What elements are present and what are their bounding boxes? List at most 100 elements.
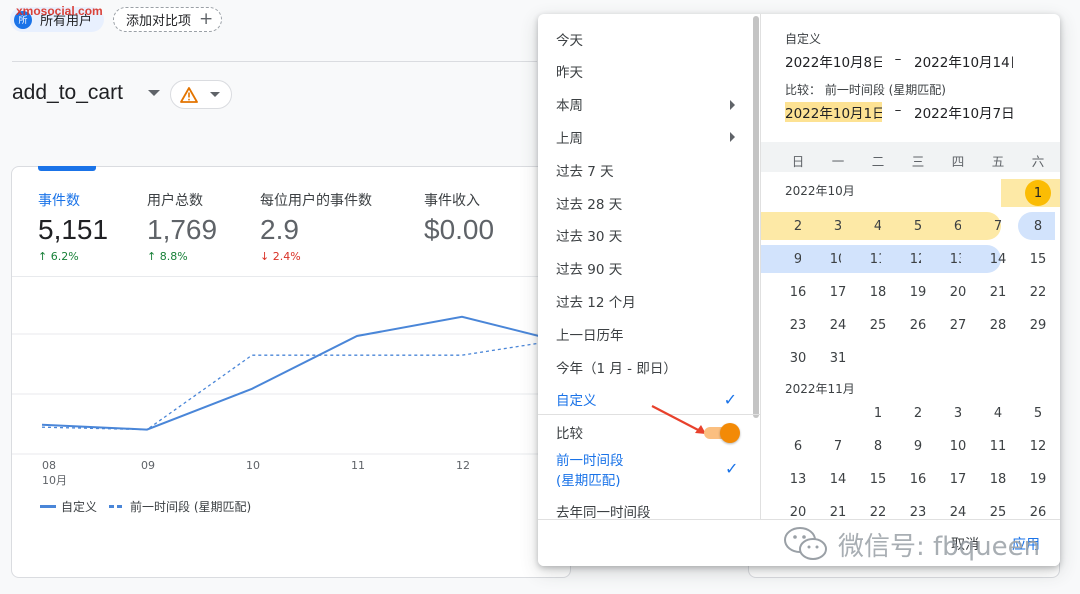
preset-item-label: 过去 7 天 xyxy=(556,163,614,180)
end-date-field[interactable]: 2022年10月14日 xyxy=(914,51,1013,71)
calendar-day[interactable]: 10 xyxy=(943,433,973,459)
preset-item[interactable]: 过去 90 天 xyxy=(538,252,753,285)
add-comparison-button[interactable]: 添加对比项 + xyxy=(113,7,223,32)
preset-item[interactable]: 上一日历年 xyxy=(538,317,753,350)
calendar-day[interactable]: 23 xyxy=(903,499,933,520)
calendar-day[interactable]: 6 xyxy=(783,433,813,459)
calendar-day[interactable]: 26 xyxy=(1023,499,1053,520)
range-dash: – xyxy=(894,51,902,67)
calendar-day[interactable]: 2 xyxy=(903,400,933,426)
calendar-day[interactable]: 12 xyxy=(1023,433,1053,459)
calendar-day[interactable]: 11 xyxy=(983,433,1013,459)
calendar-day[interactable]: 20 xyxy=(943,279,973,305)
preset-item[interactable]: 今天 xyxy=(538,22,753,55)
calendar-day[interactable]: 14 xyxy=(983,246,1013,272)
month-label: 2022年10月 xyxy=(785,184,855,198)
calendar-day[interactable]: 25 xyxy=(863,312,893,338)
calendar-day[interactable]: 19 xyxy=(1023,466,1053,492)
preset-item-label: 昨天 xyxy=(556,65,583,82)
calendar-day[interactable]: 19 xyxy=(903,279,933,305)
calendar-day[interactable]: 20 xyxy=(783,499,813,520)
calendar-day[interactable]: 16 xyxy=(903,466,933,492)
calendar-day[interactable]: 31 xyxy=(823,345,853,371)
compare-option-last-year[interactable]: 去年同一时间段 xyxy=(538,494,753,520)
preset-item[interactable]: 本周 xyxy=(538,88,753,121)
warning-icon xyxy=(180,86,198,103)
calendar-day[interactable]: 3 xyxy=(943,400,973,426)
calendar-day[interactable]: 15 xyxy=(863,466,893,492)
chevron-right-icon xyxy=(730,99,735,110)
calendar-day[interactable]: 9 xyxy=(903,433,933,459)
warning-chip[interactable] xyxy=(170,80,232,109)
calendar-day[interactable]: 14 xyxy=(823,466,853,492)
calendar-day[interactable]: 1 xyxy=(863,400,893,426)
watermark-text: xmosocial.com xyxy=(16,4,103,18)
preset-item[interactable]: 昨天 xyxy=(538,55,753,88)
calendar-day[interactable]: 8 xyxy=(1023,213,1053,239)
x-tick-label: 12 xyxy=(456,459,470,472)
preset-item[interactable]: 自定义 ✓ xyxy=(538,383,753,416)
preset-item[interactable]: 今年（1 月 - 即日） xyxy=(538,350,753,383)
active-metric-indicator xyxy=(38,166,96,171)
metric-tab[interactable]: 事件收入 $0.00 xyxy=(424,190,494,250)
metric-value: $0.00 xyxy=(424,214,495,245)
calendar-day[interactable]: 8 xyxy=(863,433,893,459)
start-date-field[interactable]: 2022年10月8日 xyxy=(785,51,882,71)
metric-tab[interactable]: 每位用户的事件数 2.9 ↓ 2.4% xyxy=(260,190,372,263)
calendar-day[interactable]: 1 xyxy=(1025,180,1051,206)
calendar-day[interactable]: 27 xyxy=(943,312,973,338)
calendar-day[interactable]: 26 xyxy=(903,312,933,338)
compare-option-previous-period[interactable]: 前一时间段 (星期匹配) xyxy=(556,451,624,491)
calendar-day[interactable]: 5 xyxy=(1023,400,1053,426)
month-label: 2022年11月 xyxy=(785,382,855,396)
x-tick-label: 09 xyxy=(141,459,155,472)
metric-tab[interactable]: 用户总数 1,769 ↑ 8.8% xyxy=(147,190,217,263)
x-tick-month: 10月 xyxy=(42,474,67,487)
calendar-day[interactable]: 23 xyxy=(783,312,813,338)
calendar-day[interactable]: 24 xyxy=(943,499,973,520)
compare-end-date-field[interactable]: 2022年10月7日 xyxy=(914,102,1013,122)
calendar-day[interactable]: 17 xyxy=(823,279,853,305)
plus-icon: + xyxy=(199,9,214,29)
toggle-knob xyxy=(720,423,740,443)
calendar-day[interactable]: 30 xyxy=(783,345,813,371)
preset-item[interactable]: 过去 28 天 xyxy=(538,186,753,219)
calendar-day[interactable]: 22 xyxy=(1023,279,1053,305)
compare-option-label: 去年同一时间段 xyxy=(556,504,651,520)
legend-label-custom: 自定义 xyxy=(61,500,98,514)
calendar-day[interactable]: 29 xyxy=(1023,312,1053,338)
preset-item-label: 过去 90 天 xyxy=(556,262,623,279)
menu-scrollbar[interactable] xyxy=(753,16,759,418)
preset-item[interactable]: 过去 12 个月 xyxy=(538,284,753,317)
preset-item-label: 今天 xyxy=(556,32,583,49)
arrow-down-icon: ↓ xyxy=(260,250,273,263)
metric-label: 事件收入 xyxy=(424,193,480,209)
calendar-day[interactable]: 16 xyxy=(783,279,813,305)
preset-item[interactable]: 过去 7 天 xyxy=(538,153,753,186)
title-dropdown-icon[interactable] xyxy=(148,90,160,96)
calendar-day[interactable]: 21 xyxy=(983,279,1013,305)
calendar-day[interactable]: 13 xyxy=(783,466,813,492)
preset-item[interactable]: 过去 30 天 xyxy=(538,219,753,252)
calendar-day[interactable]: 22 xyxy=(863,499,893,520)
calendar-day[interactable]: 24 xyxy=(823,312,853,338)
calendar-day[interactable]: 18 xyxy=(863,279,893,305)
calendar-day[interactable]: 15 xyxy=(1023,246,1053,272)
calendar-day[interactable]: 25 xyxy=(983,499,1013,520)
calendar-day[interactable]: 7 xyxy=(983,213,1013,239)
compare-toggle[interactable] xyxy=(704,423,740,443)
divider xyxy=(12,61,537,62)
metric-tab[interactable]: 事件数 5,151 ↑ 6.2% xyxy=(38,190,108,263)
calendar-day[interactable]: 21 xyxy=(823,499,853,520)
preset-item[interactable]: 上周 xyxy=(538,120,753,153)
calendar-day[interactable]: 7 xyxy=(823,433,853,459)
calendar-day[interactable]: 18 xyxy=(983,466,1013,492)
compare-start-date-field[interactable]: 2022年10月1日 xyxy=(785,102,882,122)
legend-label-previous: 前一时间段 (星期匹配) xyxy=(130,500,252,514)
compare-option-line2: (星期匹配) xyxy=(556,473,621,489)
calendar-day[interactable]: 4 xyxy=(983,400,1013,426)
calendar-day[interactable]: 17 xyxy=(943,466,973,492)
calendar-day[interactable]: 28 xyxy=(983,312,1013,338)
preset-item-label: 上一日历年 xyxy=(556,327,624,344)
wechat-icon xyxy=(784,527,827,560)
